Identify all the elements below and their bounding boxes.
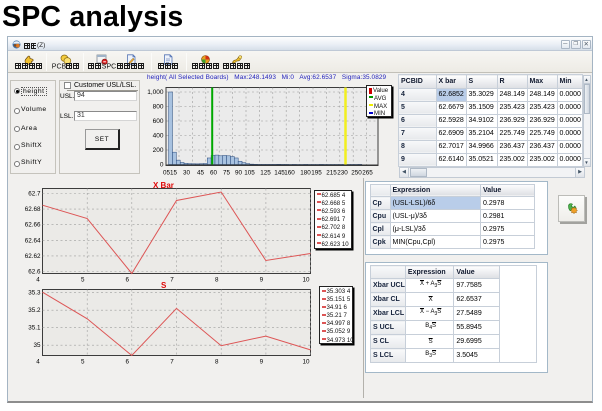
svg-text:7: 7 — [170, 359, 174, 366]
svg-text:35.2: 35.2 — [28, 307, 41, 314]
svg-text:125: 125 — [260, 170, 271, 177]
svg-text:30: 30 — [183, 170, 191, 177]
svg-text:9: 9 — [260, 359, 264, 366]
svg-text:200: 200 — [153, 147, 164, 154]
svg-text:62.64: 62.64 — [25, 237, 41, 244]
svg-text:105: 105 — [244, 170, 255, 177]
svg-text:265: 265 — [362, 170, 373, 177]
svg-text:60: 60 — [210, 170, 218, 177]
svg-text:62.7: 62.7 — [28, 191, 41, 198]
svg-text:4: 4 — [36, 359, 40, 366]
svg-text:800: 800 — [153, 104, 164, 111]
svg-text:195: 195 — [311, 170, 322, 177]
svg-text:1,000: 1,000 — [147, 89, 164, 96]
svg-text:250: 250 — [351, 170, 362, 177]
svg-text:160: 160 — [284, 170, 295, 177]
svg-text:215: 215 — [326, 170, 337, 177]
svg-text:62.62: 62.62 — [25, 253, 41, 260]
svg-text:10: 10 — [302, 359, 310, 366]
svg-text:5: 5 — [81, 359, 85, 366]
svg-text:75: 75 — [223, 170, 231, 177]
svg-text:35.1: 35.1 — [28, 325, 41, 332]
svg-text:35.3: 35.3 — [28, 290, 41, 297]
svg-text:15: 15 — [170, 170, 178, 177]
svg-text:6: 6 — [126, 359, 130, 366]
svg-text:180: 180 — [300, 170, 311, 177]
svg-text:600: 600 — [153, 118, 164, 125]
svg-text:400: 400 — [153, 133, 164, 140]
svg-text:62.6: 62.6 — [28, 269, 41, 276]
svg-text:45: 45 — [197, 170, 205, 177]
svg-text:35: 35 — [33, 342, 41, 349]
svg-text:62.66: 62.66 — [25, 222, 41, 229]
svg-text:230: 230 — [337, 170, 348, 177]
svg-text:0: 0 — [160, 162, 164, 169]
svg-text:90: 90 — [235, 170, 243, 177]
svg-text:8: 8 — [215, 359, 219, 366]
svg-text:62.68: 62.68 — [25, 206, 41, 213]
